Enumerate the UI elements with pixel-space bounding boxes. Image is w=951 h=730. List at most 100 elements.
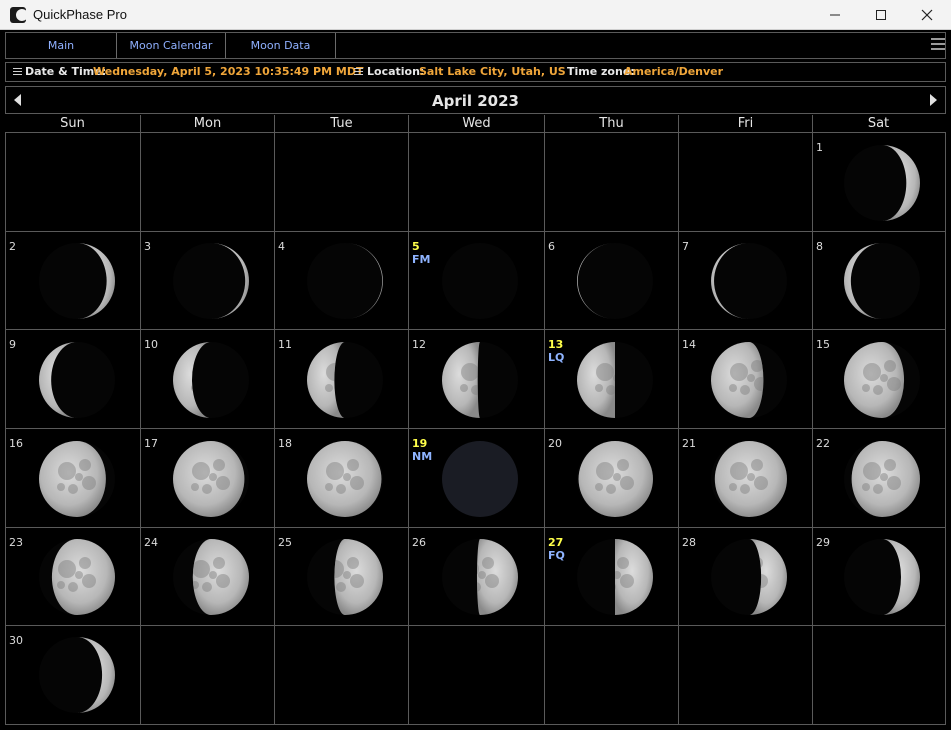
- calendar-day-28[interactable]: 28: [679, 528, 813, 626]
- menu-icon[interactable]: [13, 68, 22, 76]
- weekday-sun: Sun: [60, 116, 85, 131]
- moon-phase-icon: [307, 539, 383, 615]
- info-bar: Date & Time: Wednesday, April 5, 2023 10…: [5, 62, 946, 82]
- maximize-button[interactable]: [858, 0, 904, 29]
- day-number: 16: [9, 437, 23, 450]
- calendar-cell[interactable]: [813, 626, 945, 724]
- month-title: April 2023: [432, 92, 519, 110]
- weekday-header: Sun Mon Tue Wed Thu Fri Sat: [5, 115, 946, 132]
- weekday-tue: Tue: [274, 115, 408, 132]
- moon-phase-icon: [844, 243, 920, 319]
- moon-phase-icon: [844, 539, 920, 615]
- moon-phase-icon: [38, 539, 115, 615]
- day-number: 8: [816, 240, 823, 253]
- calendar-day-27[interactable]: 27 FQ: [545, 528, 679, 626]
- calendar-day-23[interactable]: 23: [6, 528, 141, 626]
- calendar-cell[interactable]: [141, 133, 275, 232]
- day-number: 22: [816, 437, 830, 450]
- calendar-day-15[interactable]: 15: [813, 330, 945, 429]
- calendar-day-26[interactable]: 26: [409, 528, 545, 626]
- moon-phase-icon: [711, 341, 787, 418]
- moon-icon: [10, 7, 26, 23]
- arrow-right-icon[interactable]: [930, 94, 937, 106]
- day-number: 26: [412, 536, 426, 549]
- day-number: 17: [144, 437, 158, 450]
- calendar-day-17[interactable]: 17: [141, 429, 275, 528]
- moon-phase-icon: [711, 539, 787, 615]
- moon-phase-icon: [173, 243, 249, 319]
- location-label: Location:: [367, 65, 425, 78]
- calendar-day-7[interactable]: 7: [679, 232, 813, 330]
- calendar-day-22[interactable]: 22: [813, 429, 945, 528]
- calendar-day-13[interactable]: 13 LQ: [545, 330, 679, 429]
- calendar-cell[interactable]: [141, 626, 275, 724]
- calendar-day-21[interactable]: 21: [679, 429, 813, 528]
- calendar-cell[interactable]: [545, 133, 679, 232]
- moon-phase-icon: [173, 539, 249, 615]
- moon-phase-icon: [577, 440, 653, 517]
- tab-moon-calendar[interactable]: Moon Calendar: [117, 33, 226, 58]
- calendar-day-18[interactable]: 18: [275, 429, 409, 528]
- calendar-cell[interactable]: [679, 626, 813, 724]
- calendar-day-19[interactable]: 19 NM: [409, 429, 545, 528]
- close-icon: [921, 9, 933, 20]
- calendar-day-3[interactable]: 3: [141, 232, 275, 330]
- calendar-cell[interactable]: [679, 133, 813, 232]
- day-number: 25: [278, 536, 292, 549]
- menu-icon[interactable]: [354, 68, 363, 76]
- weekday-fri: Fri: [678, 115, 812, 132]
- timezone-value[interactable]: America/Denver: [624, 63, 723, 81]
- moon-phase-icon: [711, 440, 787, 517]
- moon-phase-icon: [844, 440, 920, 517]
- calendar-day-9[interactable]: 9: [6, 330, 141, 429]
- moon-phase-icon: [307, 243, 383, 319]
- calendar-day-10[interactable]: 10: [141, 330, 275, 429]
- hamburger-icon[interactable]: [931, 38, 945, 52]
- calendar-day-20[interactable]: 20: [545, 429, 679, 528]
- calendar-day-4[interactable]: 4: [275, 232, 409, 330]
- day-number: 14: [682, 338, 696, 351]
- day-number: 6: [548, 240, 555, 253]
- calendar-cell[interactable]: [545, 626, 679, 724]
- calendar-cell[interactable]: [409, 133, 545, 232]
- calendar-day-6[interactable]: 6: [545, 232, 679, 330]
- tab-bar: Main Moon Calendar Moon Data: [5, 32, 946, 59]
- minimize-button[interactable]: [812, 0, 858, 29]
- calendar-day-14[interactable]: 14: [679, 330, 813, 429]
- calendar-day-24[interactable]: 24: [141, 528, 275, 626]
- calendar-day-1[interactable]: 1: [813, 133, 945, 232]
- day-number: 28: [682, 536, 696, 549]
- calendar-cell[interactable]: [409, 626, 545, 724]
- weekday-wed: Wed: [408, 115, 544, 132]
- calendar-day-5[interactable]: 5 FM: [409, 232, 545, 330]
- phase-label: LQ: [548, 351, 565, 364]
- day-number: 5: [412, 240, 420, 253]
- calendar-cell[interactable]: [6, 133, 141, 232]
- calendar-day-12[interactable]: 12: [409, 330, 545, 429]
- day-number: 19: [412, 437, 428, 450]
- moon-phase-icon: [577, 539, 653, 615]
- close-button[interactable]: [904, 0, 950, 29]
- day-number: 18: [278, 437, 292, 450]
- tab-main[interactable]: Main: [6, 33, 117, 58]
- day-number: 24: [144, 536, 158, 549]
- calendar-day-16[interactable]: 16: [6, 429, 141, 528]
- phase-label: FQ: [548, 549, 565, 562]
- calendar-day-25[interactable]: 25: [275, 528, 409, 626]
- calendar-day-30[interactable]: 30: [6, 626, 141, 724]
- day-number: 23: [9, 536, 23, 549]
- day-number: 12: [412, 338, 426, 351]
- location-value[interactable]: Salt Lake City, Utah, US: [419, 63, 566, 81]
- tab-moon-data[interactable]: Moon Data: [226, 33, 336, 58]
- moon-phase-icon: [38, 243, 115, 319]
- day-number: 3: [144, 240, 151, 253]
- calendar-cell[interactable]: [275, 626, 409, 724]
- datetime-value[interactable]: Wednesday, April 5, 2023 10:35:49 PM MDT: [93, 63, 363, 81]
- calendar-day-29[interactable]: 29: [813, 528, 945, 626]
- calendar-day-2[interactable]: 2: [6, 232, 141, 330]
- day-number: 30: [9, 634, 23, 647]
- calendar-day-8[interactable]: 8: [813, 232, 945, 330]
- calendar-cell[interactable]: [275, 133, 409, 232]
- moon-phase-icon: [38, 440, 115, 517]
- calendar-day-11[interactable]: 11: [275, 330, 409, 429]
